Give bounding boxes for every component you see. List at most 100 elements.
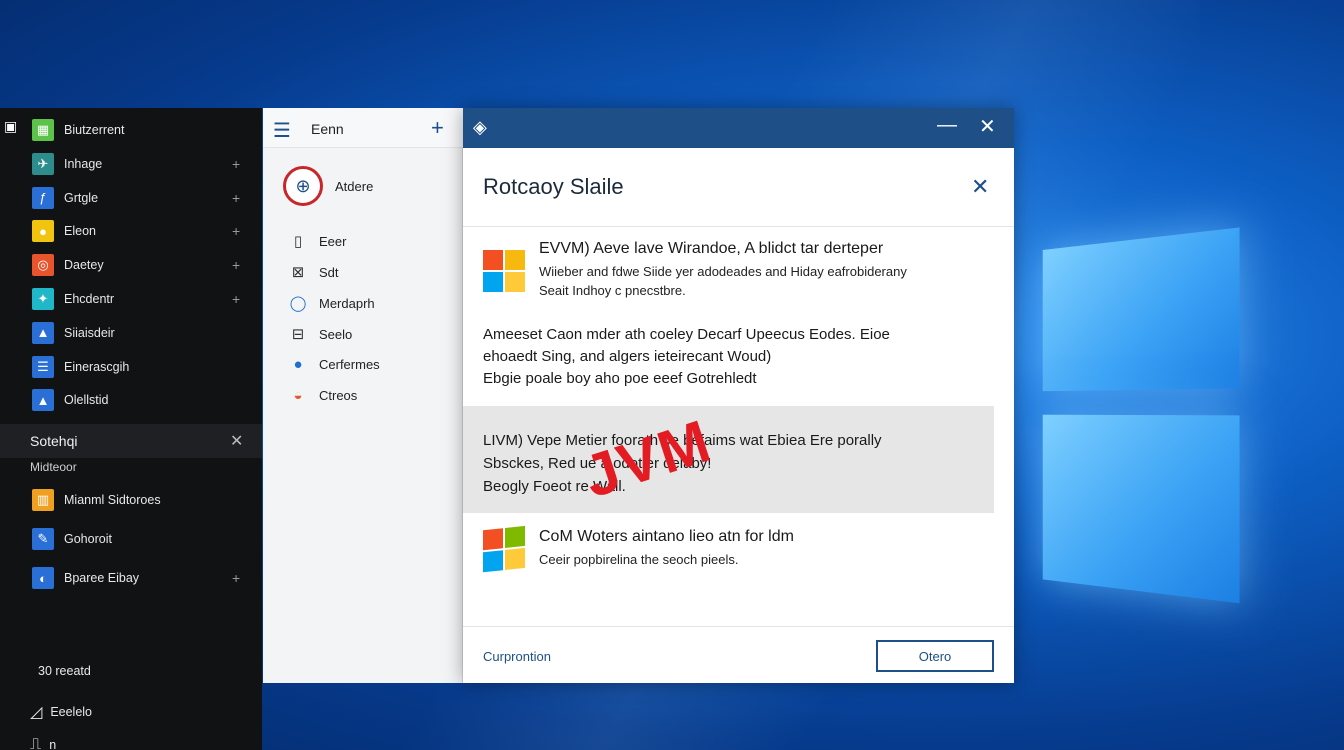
divider: [463, 226, 1014, 227]
section2-line2: ehoaedt Sing, and algers ieteirecant Wou…: [483, 348, 772, 365]
start-menu-app[interactable]: ▲ Siiaisdeir: [0, 317, 262, 349]
app-group-sublabel: Midteoor: [30, 460, 77, 474]
app-tile-icon: ☰: [32, 355, 54, 378]
app-label: Siiaisdeir: [64, 325, 115, 340]
hamburger-menu-icon[interactable]: ☰: [273, 118, 291, 143]
start-menu-bottom-item[interactable]: ◿ Eeelelo: [30, 702, 92, 722]
start-menu-bottom-item[interactable]: 30 reeatd: [30, 664, 91, 678]
bottom-item-label: Eeelelo: [50, 705, 93, 719]
app-tile-icon: ƒ: [32, 186, 54, 209]
app-tile-icon: ▲: [32, 321, 54, 344]
navigation-item-label: Ctreos: [319, 388, 358, 403]
start-menu-app[interactable]: ✈ Inhage +: [0, 148, 262, 180]
start-menu-app[interactable]: ▦ Biutzerrent: [0, 114, 262, 146]
navigation-item-icon: ⊟: [291, 326, 305, 343]
app-label: Inhage: [64, 156, 103, 171]
navigation-item-label: Cerfermes: [319, 357, 380, 372]
app-group-label: Sotehqi: [30, 433, 78, 449]
window-close-button[interactable]: ✕: [979, 114, 996, 139]
navigation-item-icon: ⊠: [291, 264, 305, 281]
start-menu-app[interactable]: ◐ Bparee Eibay +: [0, 562, 262, 594]
navigation-title: Eenn: [311, 121, 344, 137]
navigation-item-label: Merdaprh: [319, 295, 375, 311]
expand-icon[interactable]: +: [232, 156, 240, 172]
app-tile-icon: ◎: [32, 254, 54, 277]
expand-icon[interactable]: +: [232, 570, 240, 586]
app-tile-icon: ✈: [32, 152, 54, 175]
navigation-item-icon: ◒: [293, 387, 303, 404]
app-tile-icon: ▥: [32, 489, 54, 511]
app-label: Grtgle: [64, 190, 99, 205]
start-menu-app[interactable]: ƒ Grtgle +: [0, 182, 262, 214]
section1-line1: Wiieber and fdwe Siide yer adodeades and…: [539, 264, 907, 279]
expand-icon[interactable]: +: [232, 291, 240, 307]
dialog-close-icon[interactable]: ✕: [971, 174, 989, 200]
section1-title: EVVM) Aeve lave Wirandoe, A blidct tar d…: [539, 240, 884, 257]
close-icon[interactable]: ✕: [230, 431, 243, 451]
navigation-item-icon: ▯: [293, 233, 303, 250]
section1-line2: Seait Indhoy c pnecstbre.: [539, 283, 686, 298]
navigation-pane: ☰ Eenn + ⊕ Atdere ▯ Eeer ⊠ Sdt ◯ Merdaprh ⊟ See…: [263, 108, 463, 683]
app-tile-icon: ✦: [32, 288, 54, 310]
app-label: Biutzerrent: [64, 123, 125, 137]
navigation-item[interactable]: ▯ Eeer: [287, 232, 347, 250]
expand-icon[interactable]: +: [232, 190, 240, 206]
section4-title: CoM Woters aintano lieo atn for ldm: [539, 528, 794, 545]
start-menu-app[interactable]: ● Eleon +: [0, 215, 262, 247]
windows-logo-wallpaper: [1026, 183, 1250, 637]
navigation-item[interactable]: ⊠ Sdt: [287, 263, 339, 281]
minimize-button[interactable]: —: [937, 114, 957, 137]
start-menu-app-list: ▣ ▦ Biutzerrent ✈ Inhage + ƒ Grtgle + ● Eleon + ◎ Da…: [0, 108, 262, 750]
start-menu-app[interactable]: ▥ Mianml Sidtoroes: [0, 484, 262, 516]
bottom-item-icon: ◿: [30, 704, 43, 721]
navigation-item[interactable]: ⊟ Seelo: [287, 325, 353, 343]
app-tile-icon: ◐: [32, 567, 54, 589]
section2-line3: Ebgie poale boy aho poe eeef Gotrehledt: [483, 370, 757, 387]
windows-logo-pane-bottom: [1042, 414, 1240, 604]
start-menu-app[interactable]: ✦ Ehcdentr +: [0, 283, 262, 315]
windows-logo-icon: [483, 525, 527, 575]
footer-link[interactable]: Curprontion: [483, 649, 551, 664]
window-titlebar[interactable]: ◈ — ✕: [463, 108, 1014, 148]
navigation-item-label: Sdt: [319, 264, 339, 280]
app-tile-icon: ●: [32, 220, 54, 243]
app-label: Gohoroit: [64, 532, 112, 546]
app-label: Mianml Sidtoroes: [64, 493, 161, 507]
navigation-header: ☰ Eenn +: [263, 108, 463, 148]
footer-button[interactable]: Otero: [876, 640, 994, 672]
start-menu-app[interactable]: ✎ Gohoroit: [0, 523, 262, 555]
start-menu-app[interactable]: ◎ Daetey +: [0, 249, 262, 281]
windows-logo-icon: [483, 250, 527, 294]
section4-line1: Ceeir popbirelina the seoch pieels.: [539, 552, 739, 567]
dialog-title: Rotcaoy Slaile: [483, 174, 624, 199]
navigation-item[interactable]: ◒ Ctreos: [287, 387, 357, 404]
app-tile-icon: ▦: [32, 119, 54, 141]
app-label: Eleon: [64, 224, 96, 239]
windows-logo-pane-top: [1042, 227, 1240, 392]
add-icon[interactable]: +: [431, 115, 444, 141]
app-label: Bparee Eibay: [64, 571, 140, 585]
navigation-item-label: Eeer: [319, 233, 347, 249]
app-label: Olellstid: [64, 393, 109, 408]
navigation-item[interactable]: ● Cerfermes: [287, 356, 380, 373]
start-menu-app[interactable]: ▲ Olellstid: [0, 384, 262, 416]
app-label: Einerascgih: [64, 359, 130, 374]
section2-line1: Ameeset Caon mder ath coeley Decarf Upee…: [483, 326, 890, 343]
avatar[interactable]: ⊕: [283, 166, 323, 206]
app-label: Daetey: [64, 258, 104, 273]
app-group-header[interactable]: Sotehqi ✕: [0, 424, 262, 458]
expand-icon[interactable]: +: [232, 223, 240, 239]
bottom-item-label: 30 reeatd: [38, 664, 91, 678]
window-app-icon: ◈: [473, 117, 487, 137]
app-tile-icon: ▲: [32, 389, 54, 412]
expand-icon[interactable]: +: [232, 257, 240, 273]
navigation-item[interactable]: ◯ Merdaprh: [287, 294, 375, 312]
bottom-item-label: n: [49, 738, 57, 750]
dialog-window: ◈ — ✕ Rotcaoy Slaile ✕ EVVM) Aeve lave W…: [463, 108, 1014, 683]
start-menu-bottom-item[interactable]: ⎍ n: [30, 736, 56, 750]
app-tile-icon: ✎: [32, 528, 54, 550]
navigation-item-label: Seelo: [319, 326, 353, 342]
start-menu-app[interactable]: ☰ Einerascgih: [0, 351, 262, 383]
navigation-item-icon: ◯: [289, 295, 307, 312]
user-name: Atdere: [335, 179, 374, 194]
